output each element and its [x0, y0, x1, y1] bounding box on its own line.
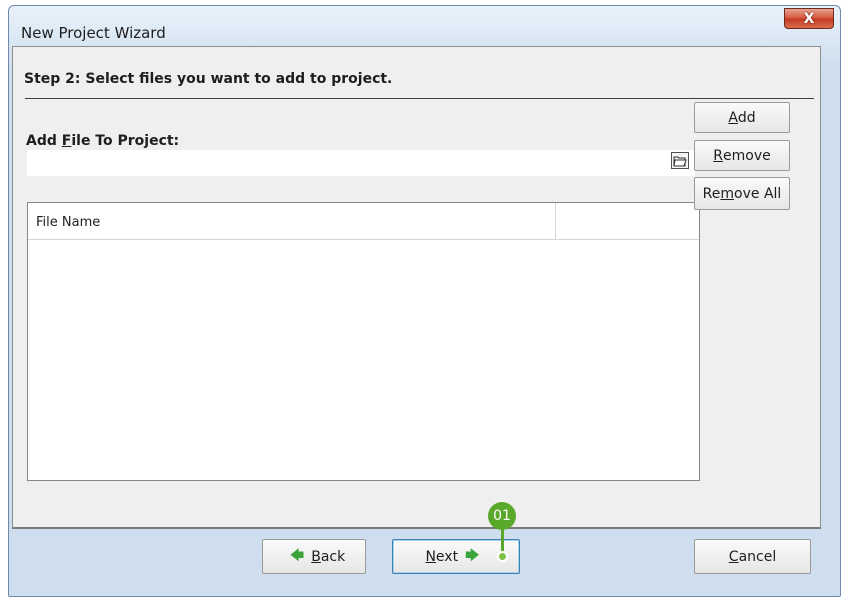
remove-all-button[interactable]: Re m ove All: [694, 177, 790, 210]
close-icon: X: [803, 10, 815, 27]
folder-open-icon[interactable]: [671, 152, 689, 169]
arrow-left-icon: 🡄: [289, 547, 305, 564]
callout-dot: [497, 551, 508, 562]
cancel-button[interactable]: Cancel: [694, 539, 811, 574]
back-button[interactable]: 🡄 Back: [262, 539, 366, 574]
column-divider[interactable]: [555, 203, 556, 239]
window-title: New Project Wizard: [21, 24, 166, 42]
column-header-file-name[interactable]: File Name: [36, 215, 100, 230]
arrow-right-icon: 🡆: [465, 547, 480, 564]
file-list[interactable]: File Name: [27, 202, 700, 481]
callout-badge: 01: [488, 502, 516, 530]
add-button[interactable]: Add: [694, 102, 790, 133]
remove-button[interactable]: Remove: [694, 140, 790, 171]
close-button[interactable]: X: [784, 8, 834, 29]
file-path-input[interactable]: [27, 150, 695, 176]
heading-divider: [25, 98, 814, 99]
step-heading: Step 2: Select files you want to add to …: [24, 71, 393, 87]
file-list-header: File Name: [28, 203, 699, 240]
add-file-label: Add File To Project:: [26, 133, 180, 149]
